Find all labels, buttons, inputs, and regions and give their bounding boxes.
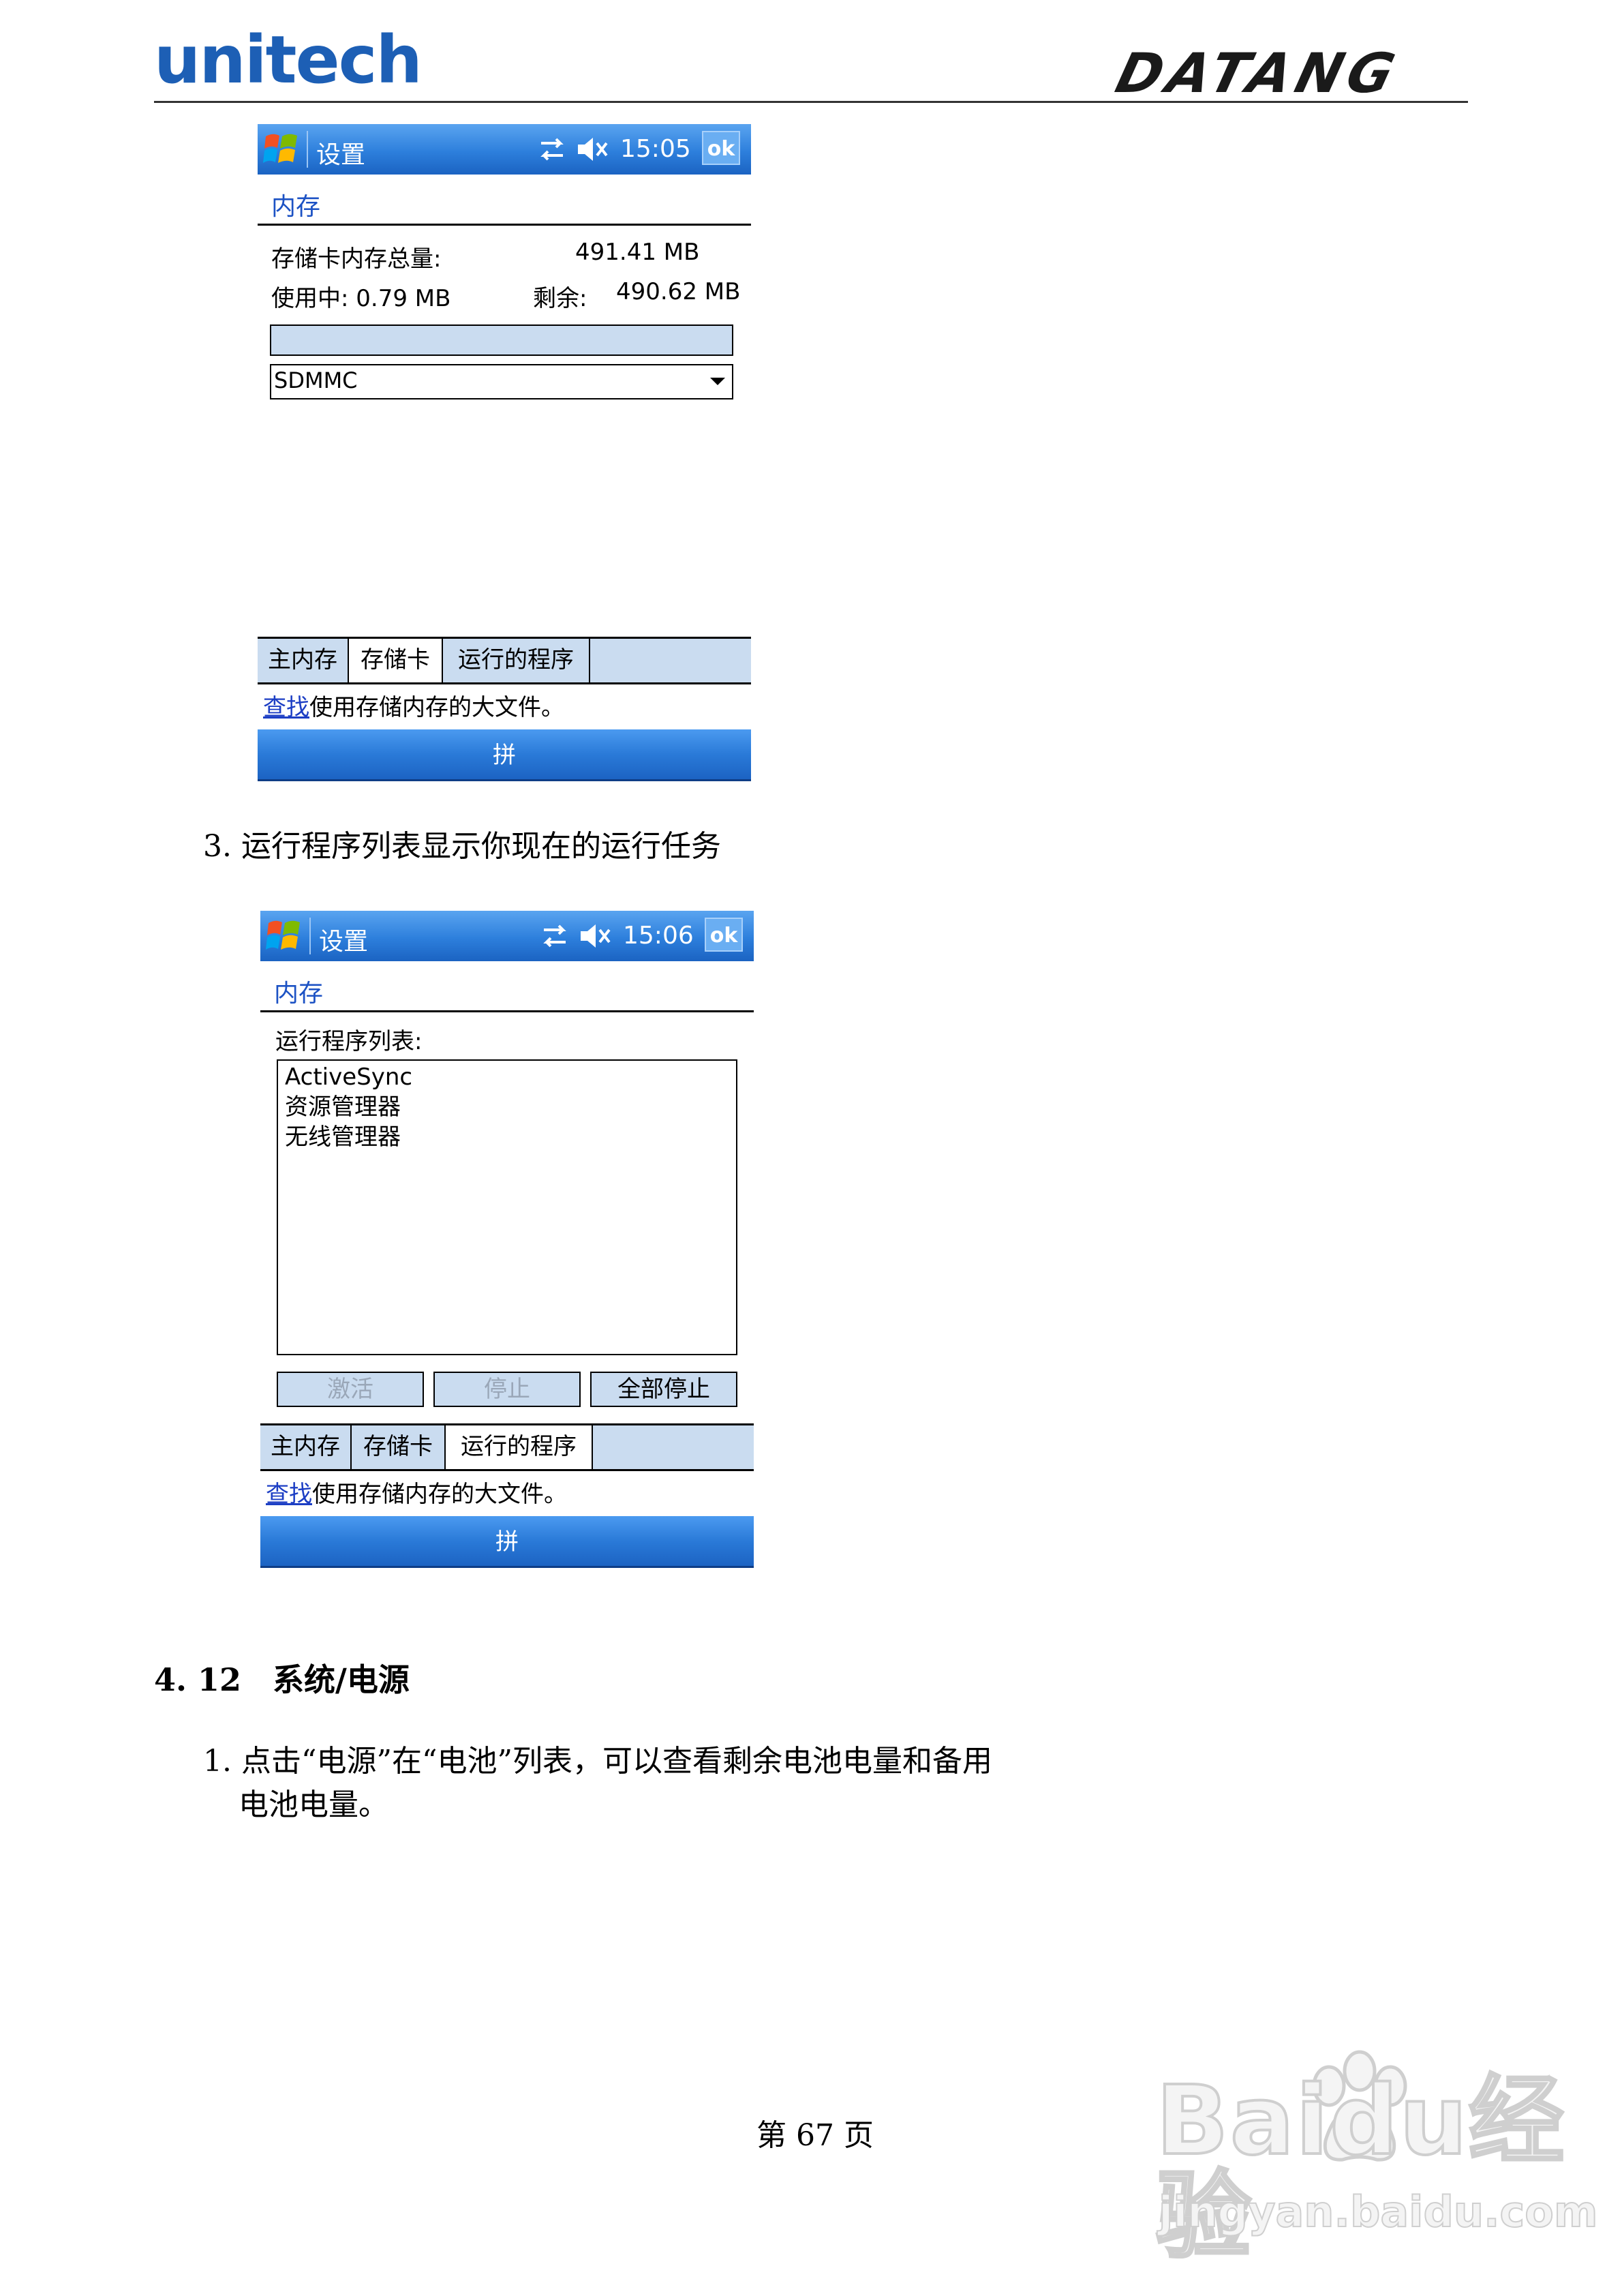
section-title: 内存 [274,980,324,1008]
free-label: 剩余: [533,285,587,312]
screenshot-running-programs: 设置 15:06 ok 内存 运行程序列表: ActiveSync 资源管理器 … [260,911,754,1568]
ok-button[interactable]: ok [705,918,743,952]
list-item[interactable]: ActiveSync [285,1062,729,1092]
window-title: 设置 [319,928,369,956]
in-use-value: 0.79 MB [356,285,451,312]
step-1-line-2: 电池电量。 [239,1787,388,1822]
tab-running-programs[interactable]: 运行的程序 [446,1425,593,1469]
section-rule [260,1010,754,1012]
hint-text: 使用存储内存的大文件。 [309,694,564,721]
screenshot-storage-card: 设置 15:05 ok 内存 存储卡内存总量: 491.41 MB 使用中: 0… [258,124,751,781]
header-rule [154,101,1468,103]
menu-bar: 拼 [260,1516,754,1568]
title-separator [307,131,308,168]
tab-running-programs[interactable]: 运行的程序 [443,639,590,682]
menu-label[interactable]: 拼 [495,1528,519,1556]
storage-usage-bar [270,324,733,356]
clock-time[interactable]: 15:06 [623,922,694,950]
title-separator [309,918,311,954]
list-item[interactable]: 资源管理器 [285,1092,729,1122]
find-link[interactable]: 查找 [266,1481,312,1508]
connectivity-icon[interactable] [540,920,570,952]
section-heading: 4. 12 系统/电源 [154,1661,410,1698]
unitech-logo: unitech [154,22,423,98]
title-bar: 设置 15:06 ok [260,911,754,961]
tab-storage-card[interactable]: 存储卡 [352,1425,446,1469]
storage-card-select-value: SDMMC [274,367,358,393]
speaker-muted-icon[interactable] [578,920,612,952]
watermark-url: jingyan.baidu.com [1158,2187,1598,2237]
windows-start-icon[interactable] [264,916,304,956]
dropdown-arrow-icon[interactable] [710,378,725,385]
menu-bar: 拼 [258,729,751,781]
speaker-muted-icon[interactable] [575,134,609,165]
tab-strip: 主内存 存储卡 运行的程序 [258,637,751,684]
hint-text: 使用存储内存的大文件。 [312,1481,567,1508]
free-value: 490.62 MB [616,278,741,305]
find-link[interactable]: 查找 [263,694,309,721]
connectivity-icon[interactable] [537,134,567,165]
datang-logo: DATANG [1110,42,1407,105]
storage-card-select[interactable]: SDMMC [270,364,733,399]
section-rule [258,224,751,226]
list-item[interactable]: 无线管理器 [285,1122,729,1152]
in-use-row: 使用中: 0.79 MB [271,280,450,313]
step-3-text: 3. 运行程序列表显示你现在的运行任务 [203,829,721,864]
clock-time[interactable]: 15:05 [620,135,691,163]
hint-row: 查找使用存储内存的大文件。 [266,1475,567,1509]
in-use-label: 使用中: [271,285,349,312]
running-programs-list[interactable]: ActiveSync 资源管理器 无线管理器 [277,1059,737,1355]
activate-button[interactable]: 激活 [277,1372,424,1407]
tab-main-memory[interactable]: 主内存 [260,1425,352,1469]
section-title: 内存 [271,193,321,221]
tab-main-memory[interactable]: 主内存 [258,639,349,682]
page-number: 第 67 页 [756,2118,874,2153]
step-1-line-1: 1. 点击“电源”在“电池”列表，可以查看剩余电池电量和备用 [203,1744,992,1779]
stop-button[interactable]: 停止 [433,1372,581,1407]
storage-total-value: 491.41 MB [575,239,700,266]
stop-all-button[interactable]: 全部停止 [590,1372,737,1407]
windows-start-icon[interactable] [262,130,301,169]
tab-storage-card[interactable]: 存储卡 [349,639,443,682]
hint-row: 查找使用存储内存的大文件。 [263,689,564,722]
window-title: 设置 [316,141,366,169]
title-bar: 设置 15:05 ok [258,124,751,175]
running-list-label: 运行程序列表: [275,1028,423,1055]
storage-total-label: 存储卡内存总量: [271,245,442,273]
tab-strip: 主内存 存储卡 运行的程序 [260,1423,754,1471]
menu-label[interactable]: 拼 [493,742,516,769]
ok-button[interactable]: ok [702,131,740,165]
